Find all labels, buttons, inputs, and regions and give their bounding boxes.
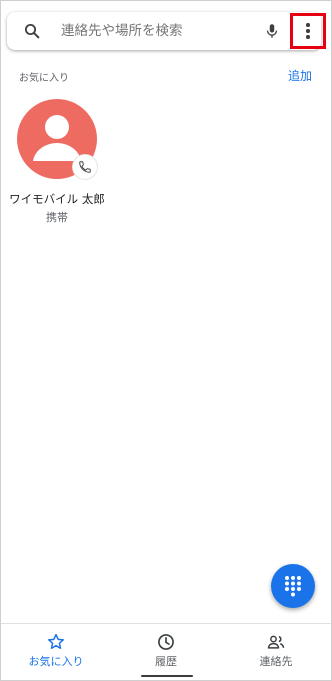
nav-tab-contacts[interactable]: 連絡先 [221, 624, 331, 676]
dialpad-icon [285, 576, 301, 597]
nav-tab-history[interactable]: 履歴 [111, 624, 221, 676]
more-options-button[interactable] [290, 13, 326, 49]
contact-number-type: 携帯 [46, 211, 68, 224]
search-bar[interactable]: 連絡先や場所を検索 [7, 12, 326, 50]
nav-tab-favorites-label: お気に入り [28, 655, 84, 668]
phone-icon [79, 161, 91, 173]
add-favorite-link[interactable]: 追加 [288, 67, 312, 84]
dialpad-button[interactable] [271, 564, 315, 608]
phone-app-screen: 連絡先や場所を検索 お気に入り 追加 ワイモバイル 太郎 携帯 お気に入り 履歴… [0, 0, 332, 681]
bottom-navigation: お気に入り 履歴 連絡先 [1, 623, 331, 680]
search-input[interactable]: 連絡先や場所を検索 [61, 22, 183, 40]
nav-tab-contacts-label: 連絡先 [259, 655, 293, 668]
people-icon [267, 635, 285, 649]
nav-tab-history-label: 履歴 [155, 655, 177, 668]
home-indicator[interactable] [141, 675, 193, 677]
search-icon[interactable] [23, 22, 41, 40]
favorites-section-label: お気に入り [19, 73, 69, 84]
clock-icon [158, 634, 174, 650]
more-vert-icon [306, 23, 310, 39]
call-badge[interactable] [73, 155, 97, 179]
nav-tab-favorites[interactable]: お気に入り [1, 624, 111, 676]
contact-name: ワイモバイル 太郎 [9, 192, 105, 206]
favorite-contact-tile[interactable]: ワイモバイル 太郎 携帯 [5, 99, 109, 225]
mic-icon[interactable] [263, 21, 281, 41]
star-icon [48, 633, 64, 649]
